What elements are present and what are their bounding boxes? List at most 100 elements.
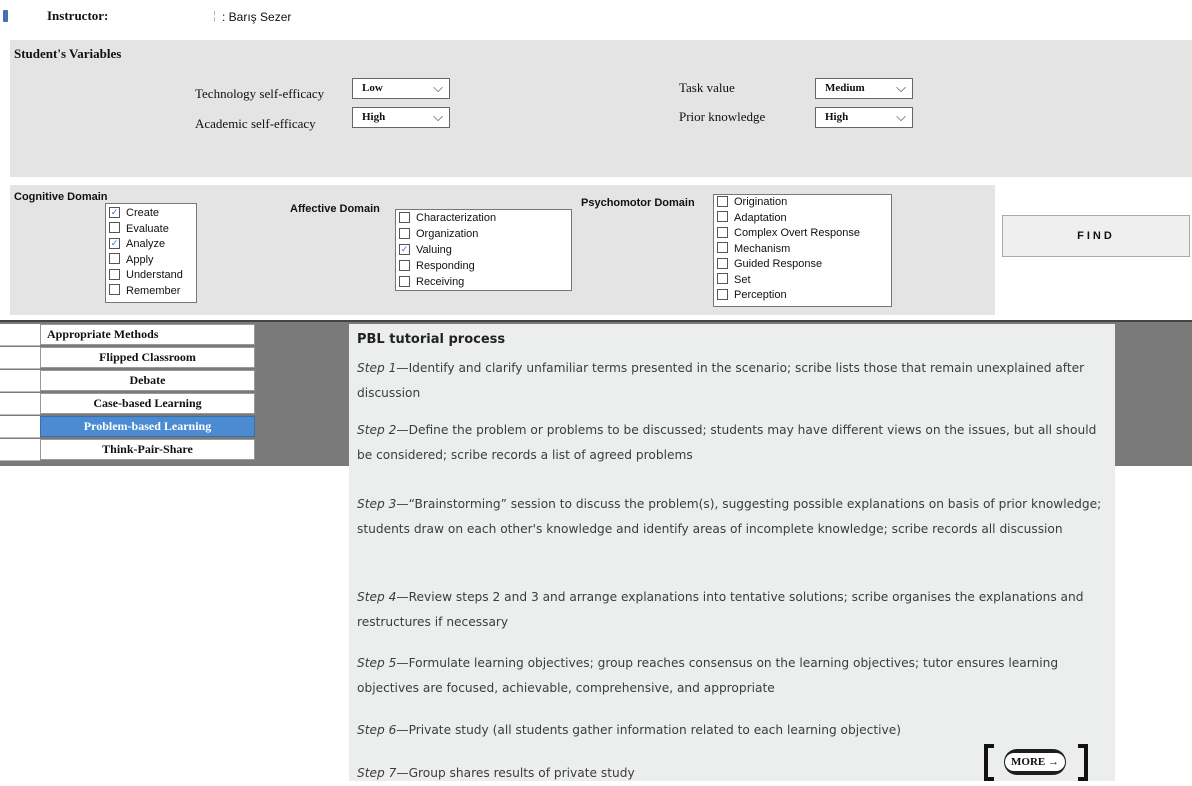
task-value-select[interactable]: Medium ⌵: [815, 78, 913, 99]
select-value: Low: [362, 82, 383, 94]
instructor-label: Instructor:: [47, 8, 109, 23]
technology-self-efficacy-select[interactable]: Low ⌵: [352, 78, 450, 99]
student-variables-panel: [10, 40, 1192, 177]
checkbox-checked-icon[interactable]: ✓: [109, 237, 120, 249]
affective-domain-title: Affective Domain: [290, 203, 380, 215]
checkbox-label: Create: [126, 207, 160, 219]
checkbox-icon[interactable]: [399, 259, 410, 271]
cognitive-domain-list[interactable]: ✓ Create Evaluate ✓ Analyze Apply Understand Re…: [105, 203, 197, 303]
checkbox-label: Responding: [416, 260, 475, 272]
checkbox-item[interactable]: Characterization: [399, 211, 497, 226]
checkbox-item[interactable]: Understand: [109, 268, 183, 283]
checkbox-label: Remember: [126, 284, 181, 297]
checkbox-item[interactable]: Complex Overt Response: [717, 226, 860, 241]
methods-header: Appropriate Methods: [40, 324, 255, 345]
pbl-step: Step 6—Private study (all students gathe…: [357, 718, 1109, 743]
academic-self-efficacy-select[interactable]: High ⌵: [352, 107, 450, 128]
method-cell[interactable]: Flipped Classroom: [40, 347, 255, 368]
checkbox-label: Characterization: [416, 212, 497, 224]
checkbox-label: Valuing: [416, 244, 452, 256]
checkbox-label: Complex Overt Response: [734, 227, 860, 239]
checkbox-icon[interactable]: [109, 284, 120, 296]
more-button[interactable]: MORE →: [984, 744, 1088, 781]
table-row[interactable]: Case-based Learning: [0, 393, 256, 415]
pbl-info-panel: PBL tutorial process Step 1—Identify and…: [349, 324, 1115, 781]
checkbox-item[interactable]: Set: [717, 273, 751, 288]
checkbox-item[interactable]: ✓ Analyze: [109, 237, 166, 252]
cognitive-domain-title: Cognitive Domain: [14, 191, 108, 203]
checkbox-item[interactable]: Guided Response: [717, 257, 823, 272]
checkbox-icon[interactable]: [717, 226, 728, 238]
checkbox-item[interactable]: Remember: [109, 284, 181, 299]
checkbox-label: Understand: [126, 269, 183, 281]
checkbox-item[interactable]: Organization: [399, 227, 478, 242]
checkbox-icon[interactable]: [399, 227, 410, 239]
methods-header-row: Appropriate Methods: [0, 324, 256, 346]
instructor-separator: ¦: [213, 10, 216, 22]
checkbox-item[interactable]: Perception: [717, 288, 787, 303]
checkbox-icon[interactable]: [109, 253, 120, 265]
checkbox-checked-icon[interactable]: ✓: [109, 206, 120, 218]
checkbox-icon[interactable]: [399, 275, 410, 287]
academic-self-efficacy-label: Academic self-efficacy: [195, 116, 316, 131]
checkbox-icon[interactable]: [717, 195, 728, 207]
table-row[interactable]: Think-Pair-Share: [0, 439, 256, 461]
bracket-right-icon: [1078, 744, 1088, 781]
pbl-step-label: Step 1: [357, 361, 397, 375]
checkbox-item[interactable]: Evaluate: [109, 222, 169, 237]
checkbox-label: Set: [734, 273, 751, 286]
pbl-title: PBL tutorial process: [357, 332, 506, 347]
checkbox-icon[interactable]: [109, 268, 120, 280]
pbl-step-label: Step 5: [357, 656, 397, 670]
method-cell[interactable]: Debate: [40, 370, 255, 391]
checkbox-label: Evaluate: [126, 222, 169, 235]
task-value-label: Task value: [679, 80, 735, 95]
row-gutter: [0, 324, 40, 346]
prior-knowledge-select[interactable]: High ⌵: [815, 107, 913, 128]
psychomotor-domain-list[interactable]: Origination Adaptation Complex Overt Respo…: [713, 194, 892, 307]
pbl-step-label: Step 3: [357, 497, 397, 511]
checkbox-item[interactable]: ✓ Create: [109, 206, 160, 221]
checkbox-icon[interactable]: [717, 288, 728, 300]
checkbox-icon[interactable]: [109, 222, 120, 234]
method-cell[interactable]: Think-Pair-Share: [40, 439, 255, 460]
checkbox-checked-icon[interactable]: ✓: [399, 243, 410, 255]
checkbox-item[interactable]: Receiving: [399, 275, 464, 290]
pbl-step-label: Step 7: [357, 766, 397, 780]
pbl-step: Step 2—Define the problem or problems to…: [357, 418, 1109, 467]
checkbox-label: Perception: [734, 289, 787, 301]
table-row[interactable]: Flipped Classroom: [0, 347, 256, 369]
checkbox-label: Analyze: [126, 238, 166, 250]
checkbox-icon[interactable]: [399, 211, 410, 223]
checkbox-icon[interactable]: [717, 273, 728, 285]
pbl-step-text: —“Brainstorming” session to discuss the …: [357, 497, 1102, 536]
checkbox-item[interactable]: Responding: [399, 259, 475, 274]
table-row[interactable]: Problem-based Learning: [0, 416, 256, 438]
pbl-step-text: —Review steps 2 and 3 and arrange explan…: [357, 590, 1084, 629]
chevron-down-icon: ⌵: [433, 109, 443, 124]
checkbox-label: Mechanism: [734, 242, 791, 255]
method-cell[interactable]: Case-based Learning: [40, 393, 255, 414]
checkbox-icon[interactable]: [717, 242, 728, 254]
top-bar: [0, 0, 1192, 34]
row-gutter: [0, 439, 40, 461]
checkbox-item[interactable]: Adaptation: [717, 211, 787, 226]
affective-domain-list[interactable]: Characterization Organization ✓ Valuing Resp…: [395, 209, 572, 291]
checkbox-item[interactable]: Mechanism: [717, 242, 791, 257]
chevron-down-icon: ⌵: [896, 80, 906, 95]
student-variables-title: Student's Variables: [14, 46, 122, 61]
instructor-value: : Barış Sezer: [222, 10, 292, 24]
table-row[interactable]: Debate: [0, 370, 256, 392]
pbl-step: Step 4—Review steps 2 and 3 and arrange …: [357, 585, 1109, 634]
find-button[interactable]: FIND: [1002, 215, 1190, 257]
method-cell[interactable]: Problem-based Learning: [40, 416, 255, 437]
checkbox-item[interactable]: Apply: [109, 253, 154, 268]
checkbox-icon[interactable]: [717, 257, 728, 269]
checkbox-item[interactable]: Origination: [717, 195, 788, 210]
checkbox-icon[interactable]: [717, 211, 728, 223]
checkbox-label: Origination: [734, 196, 788, 208]
pbl-step: Step 1—Identify and clarify unfamiliar t…: [357, 356, 1109, 405]
checkbox-label: Guided Response: [734, 258, 823, 270]
more-label: MORE →: [1005, 753, 1065, 771]
checkbox-item[interactable]: ✓ Valuing: [399, 243, 452, 258]
